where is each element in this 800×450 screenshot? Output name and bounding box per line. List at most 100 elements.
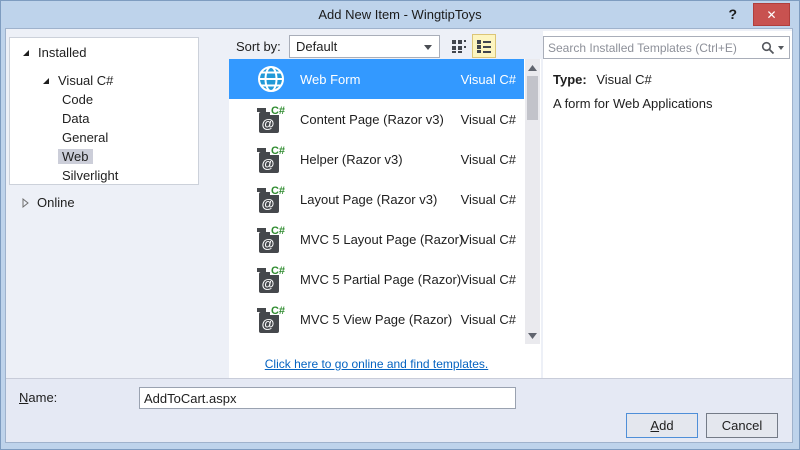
template-name: MVC 5 Layout Page (Razor) — [300, 231, 464, 247]
svg-text:@: @ — [262, 116, 275, 131]
razor-page-icon: @ C# — [257, 264, 286, 293]
tree-node-code[interactable]: Code — [10, 90, 198, 109]
template-list: Web Form Visual C# @ C# Content Page (Ra… — [229, 59, 541, 378]
template-name: Layout Page (Razor v3) — [300, 191, 438, 207]
type-value: Visual C# — [596, 72, 652, 87]
search-icons[interactable] — [761, 41, 784, 55]
svg-text:C#: C# — [271, 265, 285, 277]
cancel-button[interactable]: Cancel — [706, 413, 778, 438]
sort-dropdown[interactable]: Default — [289, 35, 440, 58]
svg-text:@: @ — [262, 156, 275, 171]
tree-node-label: Visual C# — [58, 73, 114, 88]
template-name: Helper (Razor v3) — [300, 151, 403, 167]
name-label-rest: ame: — [28, 390, 58, 405]
tree-node-silverlight[interactable]: Silverlight — [10, 166, 198, 184]
small-icons-grid-icon — [452, 40, 466, 53]
template-name: Web Form — [300, 71, 361, 87]
small-icons-view-button[interactable] — [447, 34, 471, 58]
tree-node-visual-csharp[interactable]: Visual C# — [10, 71, 198, 90]
template-item-web-form[interactable]: Web Form Visual C# — [229, 59, 524, 99]
tree-node-general[interactable]: General — [10, 128, 198, 147]
template-item-mvc5-view-page[interactable]: @ C# MVC 5 View Page (Razor) Visual C# — [229, 299, 524, 339]
search-box[interactable] — [543, 36, 790, 59]
add-button[interactable]: Add — [626, 413, 698, 438]
dialog-title: Add New Item - WingtipToys — [318, 7, 482, 22]
tree-node-web[interactable]: Web — [10, 147, 198, 166]
tree-node-label: Online — [37, 195, 75, 210]
cancel-button-label: Cancel — [721, 418, 763, 433]
collapsed-triangle-icon — [22, 197, 29, 208]
chevron-down-icon — [424, 45, 432, 50]
razor-page-icon: @ C# — [257, 224, 286, 253]
details-panel: Type: Visual C# A form for Web Applicati… — [543, 31, 792, 378]
svg-text:C#: C# — [271, 105, 285, 117]
close-button[interactable]: ✕ — [753, 3, 790, 26]
tree-node-label: Data — [62, 111, 90, 126]
dialog-content: Installed Visual C# Code Data General We… — [6, 29, 792, 442]
search-icon — [761, 41, 775, 54]
tree-node-data[interactable]: Data — [10, 109, 198, 128]
template-list-scrollbar[interactable] — [525, 59, 540, 344]
chevron-down-icon — [778, 45, 784, 50]
template-name: MVC 5 Partial Page (Razor) — [300, 271, 462, 287]
scroll-down-icon[interactable] — [525, 328, 540, 343]
template-language: Visual C# — [460, 271, 516, 287]
svg-text:C#: C# — [271, 145, 285, 157]
template-language: Visual C# — [460, 111, 516, 127]
template-language: Visual C# — [460, 231, 516, 247]
svg-text:C#: C# — [271, 225, 285, 237]
razor-page-icon: @ C# — [257, 304, 286, 333]
template-language: Visual C# — [460, 71, 516, 87]
close-icon: ✕ — [766, 7, 777, 22]
scroll-up-icon[interactable] — [525, 60, 540, 75]
template-item-helper[interactable]: @ C# Helper (Razor v3) Visual C# — [229, 139, 524, 179]
type-label: Type: — [553, 72, 587, 87]
add-new-item-dialog: Add New Item - WingtipToys ? ✕ Installed… — [0, 0, 800, 450]
tree-node-label: Code — [62, 92, 94, 107]
name-label-initial: N — [19, 390, 29, 405]
template-description: A form for Web Applications — [553, 96, 713, 111]
tree-node-label-selected: Web — [58, 149, 93, 164]
template-type-row: Type: Visual C# — [553, 72, 652, 87]
template-item-mvc5-partial-page[interactable]: @ C# MVC 5 Partial Page (Razor) Visual C… — [229, 259, 524, 299]
template-item-layout-page[interactable]: @ C# Layout Page (Razor v3) Visual C# — [229, 179, 524, 219]
expanded-triangle-icon — [43, 77, 49, 84]
tree-node-label: Installed — [38, 45, 87, 60]
sort-dropdown-value: Default — [296, 39, 338, 54]
razor-page-icon: @ C# — [257, 144, 286, 173]
svg-text:@: @ — [262, 276, 275, 291]
title-bar[interactable]: Add New Item - WingtipToys ? ✕ — [1, 1, 799, 29]
template-language: Visual C# — [460, 311, 516, 327]
template-item-content-page[interactable]: @ C# Content Page (Razor v3) Visual C# — [229, 99, 524, 139]
scrollbar-thumb[interactable] — [527, 76, 538, 120]
svg-text:@: @ — [262, 236, 275, 251]
help-button[interactable]: ? — [728, 6, 737, 22]
go-online-row: Click here to go online and find templat… — [229, 357, 524, 371]
list-view-button[interactable] — [472, 34, 496, 58]
installed-tree-panel: Installed Visual C# Code Data General We… — [9, 37, 199, 185]
expanded-triangle-icon — [23, 49, 29, 56]
tree-node-online[interactable]: Online — [9, 193, 75, 212]
globe-icon — [258, 66, 284, 92]
svg-text:@: @ — [262, 316, 275, 331]
tree-node-installed[interactable]: Installed — [10, 43, 198, 62]
svg-text:C#: C# — [271, 185, 285, 197]
razor-page-icon: @ C# — [257, 104, 286, 133]
add-button-rest: dd — [659, 418, 674, 433]
search-input[interactable] — [544, 40, 761, 55]
go-online-link[interactable]: Click here to go online and find templat… — [265, 357, 488, 371]
sort-by-label: Sort by: — [236, 39, 281, 54]
svg-text:@: @ — [262, 196, 275, 211]
tree-node-label: Silverlight — [62, 168, 119, 183]
name-label: Name: — [19, 390, 57, 405]
footer-bar: Name: Add Cancel — [6, 378, 792, 442]
template-language: Visual C# — [460, 151, 516, 167]
svg-text:C#: C# — [271, 305, 285, 317]
template-name: MVC 5 View Page (Razor) — [300, 311, 453, 327]
template-language: Visual C# — [460, 191, 516, 207]
tree-node-label: General — [62, 130, 109, 145]
add-button-initial: A — [650, 418, 660, 433]
template-item-mvc5-layout-page[interactable]: @ C# MVC 5 Layout Page (Razor) Visual C# — [229, 219, 524, 259]
name-input[interactable] — [139, 387, 516, 409]
template-name: Content Page (Razor v3) — [300, 111, 444, 127]
